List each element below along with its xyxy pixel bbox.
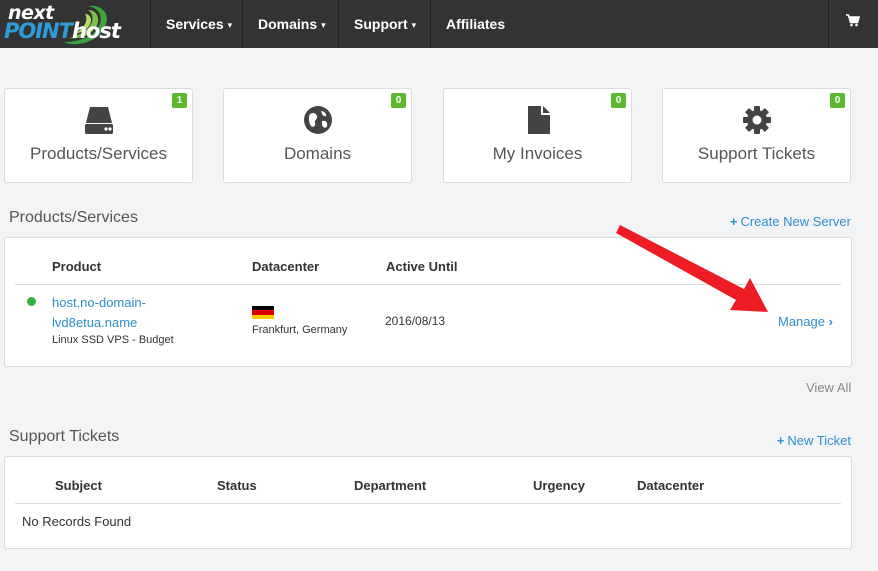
chevron-down-icon: ▾ bbox=[411, 20, 417, 30]
create-new-server-link[interactable]: + Create New Server bbox=[730, 214, 851, 229]
tile-label: Products/Services bbox=[30, 144, 167, 163]
brand-line2-host: host bbox=[71, 19, 121, 43]
flag-stripe-gold bbox=[252, 314, 274, 319]
tile-label: My Invoices bbox=[492, 144, 583, 163]
empty-state-message: No Records Found bbox=[22, 514, 132, 529]
nav-domains[interactable]: Domains ▾ bbox=[242, 0, 338, 48]
column-header-datacenter: Datacenter bbox=[637, 478, 705, 493]
column-header-active-until: Active Until bbox=[386, 259, 458, 274]
new-ticket-label: New Ticket bbox=[787, 433, 851, 448]
chevron-down-icon: ▾ bbox=[227, 20, 233, 30]
products-section-title: Products/Services bbox=[9, 209, 138, 226]
table-divider bbox=[15, 503, 841, 504]
tile-support-tickets[interactable]: Support Tickets 0 bbox=[662, 88, 851, 183]
brand-line2-point: POINT bbox=[4, 19, 73, 43]
top-navbar: next POINThost Services ▾ Domains ▾ Suppor… bbox=[0, 0, 878, 48]
column-header-urgency: Urgency bbox=[533, 478, 586, 493]
product-plan: Linux SSD VPS - Budget bbox=[52, 334, 174, 346]
tile-domains[interactable]: Domains 0 bbox=[223, 88, 412, 183]
column-header-status: Status bbox=[217, 478, 257, 493]
brand-logo[interactable]: next POINThost bbox=[4, 2, 144, 48]
gear-icon bbox=[742, 106, 771, 134]
column-header-subject: Subject bbox=[55, 478, 102, 493]
manage-label: Manage bbox=[778, 314, 825, 329]
count-badge: 1 bbox=[172, 93, 187, 108]
count-badge: 0 bbox=[391, 93, 406, 108]
tile-label: Support Tickets bbox=[697, 144, 816, 163]
brand-line2: POINThost bbox=[4, 19, 121, 43]
product-name-line2: lvd8etua.name bbox=[52, 315, 138, 330]
count-badge: 0 bbox=[830, 93, 845, 108]
nav-support[interactable]: Support ▾ bbox=[338, 0, 430, 48]
status-active-indicator bbox=[27, 297, 36, 306]
tile-products-services[interactable]: Products/Services 1 bbox=[4, 88, 193, 183]
tile-label: Domains bbox=[283, 144, 352, 163]
nav-affiliates[interactable]: Affiliates bbox=[430, 0, 520, 48]
nav-services-label: Services bbox=[166, 16, 224, 32]
table-divider bbox=[15, 284, 841, 285]
product-name-link[interactable]: host.no-domain- lvd8etua.name bbox=[52, 293, 182, 333]
product-name-line1: host.no-domain- bbox=[52, 295, 146, 310]
products-table: Product Datacenter Active Until host.no-… bbox=[4, 237, 852, 367]
manage-link[interactable]: Manage › bbox=[778, 314, 833, 329]
tile-my-invoices[interactable]: My Invoices 0 bbox=[443, 88, 632, 183]
document-icon bbox=[527, 106, 550, 134]
chevron-right-icon: › bbox=[828, 314, 833, 329]
nav-domains-label: Domains bbox=[258, 16, 318, 32]
column-header-datacenter: Datacenter bbox=[252, 259, 320, 274]
shopping-cart-icon bbox=[846, 14, 860, 27]
server-icon bbox=[84, 107, 113, 134]
active-until-date: 2016/08/13 bbox=[385, 314, 446, 328]
new-ticket-link[interactable]: + New Ticket bbox=[777, 433, 851, 448]
datacenter-location: Frankfurt, Germany bbox=[252, 324, 348, 336]
view-all-link[interactable]: View All bbox=[806, 380, 851, 395]
column-header-department: Department bbox=[354, 478, 427, 493]
nav-support-label: Support bbox=[354, 16, 408, 32]
cart-button[interactable] bbox=[828, 0, 878, 48]
tickets-table: Subject Status Department Urgency Datace… bbox=[4, 456, 852, 549]
nav-services[interactable]: Services ▾ bbox=[150, 0, 242, 48]
tickets-section-title: Support Tickets bbox=[9, 428, 120, 445]
chevron-down-icon: ▾ bbox=[321, 20, 326, 30]
column-header-product: Product bbox=[52, 259, 102, 274]
plus-icon: + bbox=[776, 433, 785, 448]
globe-icon bbox=[303, 106, 332, 134]
plus-icon: + bbox=[729, 214, 738, 229]
count-badge: 0 bbox=[611, 93, 626, 108]
nav-affiliates-label: Affiliates bbox=[446, 16, 506, 32]
germany-flag-icon bbox=[252, 306, 274, 319]
create-new-server-label: Create New Server bbox=[740, 214, 851, 229]
